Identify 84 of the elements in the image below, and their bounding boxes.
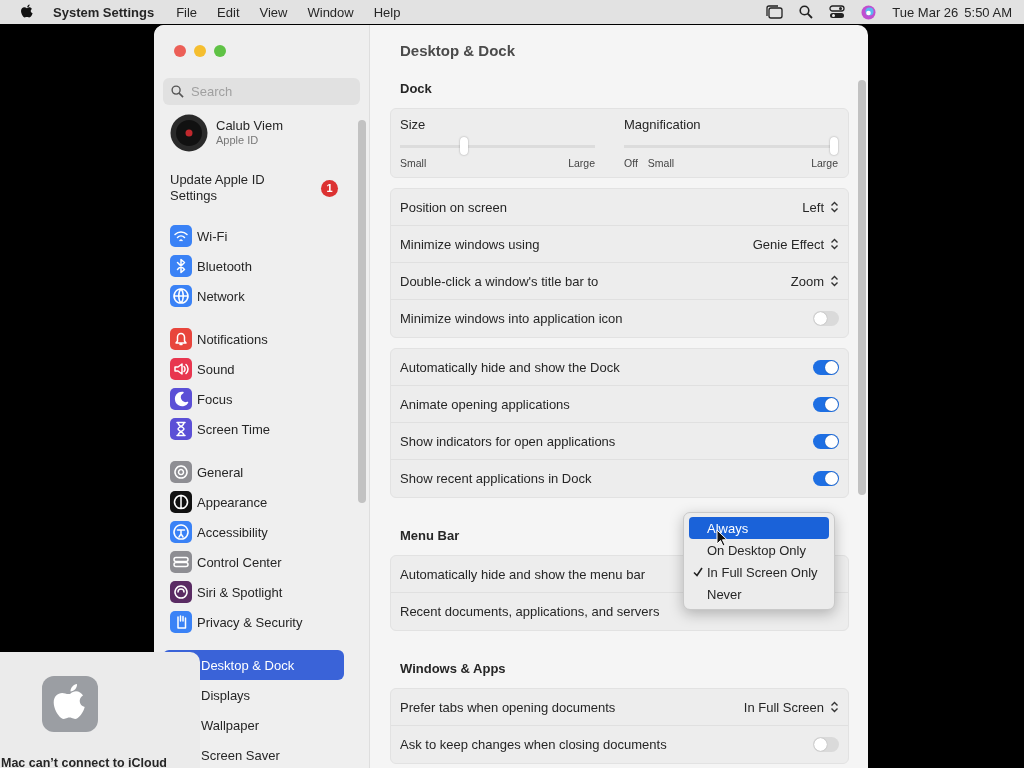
setting-label: Minimize windows into application icon — [400, 311, 623, 326]
updown-chevron-icon — [830, 238, 839, 250]
toggle-switch[interactable] — [813, 471, 839, 486]
search-icon[interactable] — [799, 5, 814, 19]
sidebar-item[interactable]: Notifications — [163, 324, 344, 354]
setting-label: Prefer tabs when opening documents — [400, 699, 616, 715]
setting-label: Automatically hide and show the Dock — [400, 359, 620, 375]
avatar-icon[interactable] — [170, 114, 208, 152]
section-heading: Windows & Apps — [399, 660, 506, 678]
toggle-switch[interactable] — [813, 396, 839, 412]
setting-label: Position on screen — [400, 199, 507, 215]
menu-item[interactable]: Never — [689, 583, 829, 605]
sidebar-item[interactable]: Wi-Fi — [163, 221, 344, 251]
close-button[interactable] — [174, 45, 186, 57]
account-name[interactable]: Calub Viem — [216, 118, 283, 133]
section-heading: Dock — [399, 80, 432, 98]
sidebar-item[interactable]: Bluetooth — [163, 251, 344, 281]
account-subtitle: Apple ID — [216, 133, 260, 148]
menu-item[interactable]: In Full Screen Only — [689, 561, 829, 583]
slider-label: Size — [400, 117, 427, 133]
setting-label: Automatically hide and show the menu bar — [400, 566, 645, 582]
toggle-switch[interactable] — [813, 311, 839, 326]
sidebar-item[interactable]: Appearance — [163, 487, 344, 517]
minimize-button[interactable] — [194, 45, 206, 57]
sidebar-item[interactable]: Network — [163, 281, 344, 311]
orb-icon[interactable] — [861, 4, 877, 20]
scrollbar[interactable] — [858, 80, 866, 495]
setting-label: Ask to keep changes when closing documents — [400, 737, 667, 752]
apple-icon[interactable] — [20, 4, 34, 20]
checkmark-icon — [693, 567, 703, 577]
sidebar-item[interactable]: Focus — [163, 384, 344, 414]
setting-label: Minimize windows using — [400, 236, 540, 252]
setting-label: Show recent applications in Dock — [400, 471, 592, 486]
updown-chevron-icon — [830, 701, 839, 713]
sidebar-item[interactable]: Sound — [163, 354, 344, 384]
menu-item[interactable]: File — [176, 4, 198, 20]
menu-item[interactable]: On Desktop Only — [689, 539, 829, 561]
search-icon — [171, 85, 184, 98]
app-menu[interactable]: System Settings — [53, 4, 155, 20]
search-field[interactable]: Search — [163, 78, 360, 105]
sidebar-item[interactable]: Siri & Spotlight — [163, 577, 344, 607]
notice-link[interactable]: Update Apple ID Settings — [170, 172, 290, 204]
clock-text: 5:50 AM — [964, 4, 1012, 20]
slider-tick-label: Small — [647, 157, 675, 169]
setting-label: Show indicators for open applications — [400, 433, 616, 449]
sidebar-item[interactable]: Privacy & Security — [163, 607, 344, 637]
slider-tick-label: Large — [568, 157, 595, 169]
scrollbar[interactable] — [358, 120, 366, 503]
slider-tick-label: Small — [400, 157, 427, 169]
updown-chevron-icon — [830, 275, 839, 287]
slider-thumb[interactable] — [459, 137, 468, 155]
menu-item[interactable]: Help — [373, 4, 401, 20]
menu-item[interactable]: Always — [689, 517, 829, 539]
popup-button[interactable]: Left — [802, 199, 839, 215]
section-heading: Menu Bar — [399, 527, 460, 545]
toggles-icon[interactable] — [829, 5, 846, 19]
menu-item[interactable]: View — [259, 4, 288, 20]
updown-chevron-icon — [830, 201, 839, 213]
sidebar-item[interactable]: Accessibility — [163, 517, 344, 547]
date-text: Tue Mar 26 — [892, 4, 959, 20]
zoom-button[interactable] — [214, 45, 226, 57]
setting-label: Animate opening applications — [400, 396, 570, 412]
popup-button[interactable]: In Full Screen — [743, 699, 839, 715]
toggle-switch[interactable] — [813, 737, 839, 752]
slider-label: Magnification — [624, 117, 702, 133]
slider-tick-label: Large — [811, 157, 838, 169]
apple-icon — [41, 675, 99, 733]
sidebar-item[interactable]: General — [163, 457, 344, 487]
setting-label: Recent documents, applications, and servers — [400, 604, 660, 619]
menu-item[interactable]: Window — [307, 4, 354, 20]
popup-button[interactable]: Zoom — [790, 273, 839, 289]
setting-label: Double-click a window's title bar to — [400, 273, 599, 289]
popup-button[interactable]: Genie Effect — [752, 236, 839, 252]
sidebar-item[interactable]: Screen Time — [163, 414, 344, 444]
sidebar-item[interactable]: Control Center — [163, 547, 344, 577]
window-stack-icon[interactable] — [765, 5, 784, 19]
toggle-switch[interactable] — [813, 359, 839, 375]
window-title: Desktop & Dock — [399, 41, 517, 61]
slider-thumb[interactable] — [830, 137, 838, 155]
notification-badge: 1 — [321, 179, 338, 197]
notification-title: Mac can’t connect to iCloud — [1, 756, 167, 768]
slider-tick-label: Off — [624, 157, 638, 169]
toggle-switch[interactable] — [813, 433, 839, 449]
menu-item[interactable]: Edit — [217, 4, 240, 20]
